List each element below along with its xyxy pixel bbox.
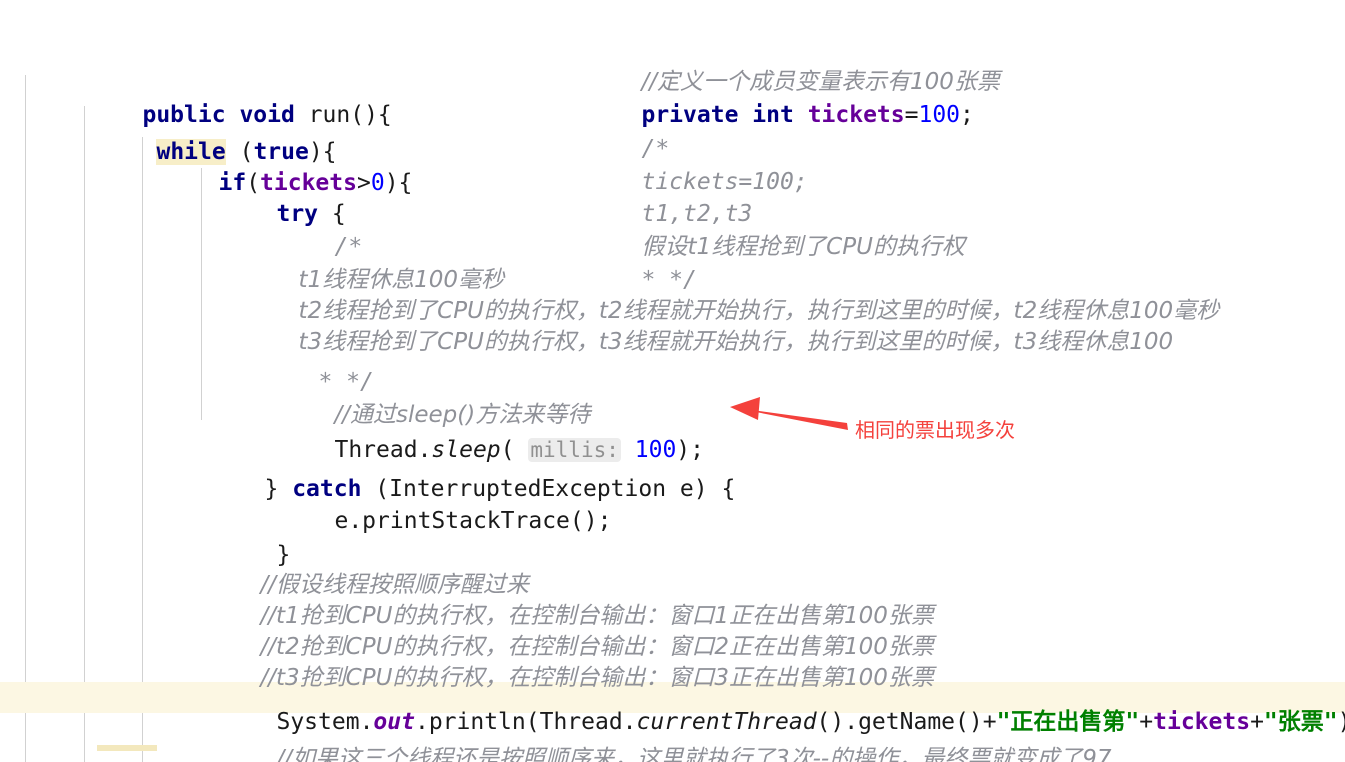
code-line-right[interactable]: tickets=100; bbox=[0, 105, 1345, 195]
code-line[interactable]: //t1抢到CPU的执行权，在控制台输出：窗口1正在出售第100张票 bbox=[0, 539, 1345, 629]
code-line-highlighted[interactable]: //如果这三个线程还是按照顺序来，这里就执行了3次--的操作，最终票就变成了97 bbox=[0, 682, 1345, 762]
code-line-right[interactable]: //定义一个成员变量表示有100张票 bbox=[0, 5, 1345, 95]
code-line-right[interactable]: * */ bbox=[0, 203, 1345, 293]
code-line[interactable]: Thread.sleep( millis: 100); bbox=[0, 373, 1345, 463]
code-line[interactable]: } catch (InterruptedException e) { bbox=[0, 412, 1345, 502]
code-line-right[interactable]: t1,t2,t3 bbox=[0, 137, 1345, 227]
code-line[interactable]: tickets--; bbox=[0, 715, 1345, 746]
code-line[interactable]: //假设线程按照顺序醒过来 bbox=[0, 508, 1345, 598]
red-arrow-annotation: 相同的票出现多次 bbox=[720, 386, 1050, 446]
code-line-right[interactable]: 假设t1线程抢到了CPU的执行权 bbox=[0, 170, 1345, 260]
code-line[interactable]: System.out.println(Thread.currentThread(… bbox=[0, 645, 1345, 735]
code-line-right[interactable]: private int tickets=100; bbox=[0, 38, 1345, 128]
code-line[interactable]: //通过sleep()方法来等待 bbox=[0, 338, 1345, 428]
code-line-right[interactable]: /* bbox=[0, 72, 1345, 162]
code-line[interactable]: } bbox=[0, 478, 1345, 568]
annotation-label: 相同的票出现多次 bbox=[855, 418, 1015, 442]
token-comment-close: * */ bbox=[641, 267, 697, 293]
code-line[interactable]: e.printStackTrace(); bbox=[0, 444, 1345, 534]
code-editor-canvas[interactable]: public void run(){ while (true){ if(tick… bbox=[0, 0, 1345, 762]
code-line[interactable]: //t2抢到CPU的执行权，在控制台输出：窗口2正在出售第100张票 bbox=[0, 570, 1345, 660]
code-line[interactable]: //t3抢到CPU的执行权，在控制台输出：窗口3正在出售第100张票 bbox=[0, 601, 1345, 691]
